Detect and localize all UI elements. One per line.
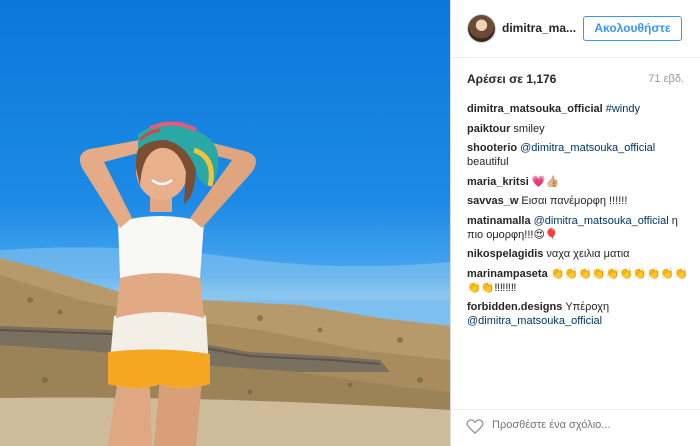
comment-username[interactable]: maria_kritsi: [467, 176, 529, 188]
comment-item: nikospelagidis ναχα χειλια ματια: [467, 247, 692, 261]
comment-username[interactable]: dimitra_matsouka_official: [467, 103, 603, 115]
comment-item: matinamalla @dimitra_matsouka_official η …: [467, 214, 692, 242]
comment-username[interactable]: shooterio: [467, 142, 517, 154]
comment-username[interactable]: forbidden.designs: [467, 301, 562, 313]
add-comment-input[interactable]: [492, 419, 682, 431]
post-age[interactable]: 71 εβδ.: [648, 73, 684, 85]
comment-username[interactable]: nikospelagidis: [467, 248, 543, 260]
comment-text: ναχα χειλια ματια: [546, 248, 630, 260]
photo-scene: [0, 121, 450, 446]
likes-row: Αρέσει σε 1,176 71 εβδ.: [467, 72, 684, 88]
post-author-username[interactable]: dimitra_ma...: [502, 21, 576, 35]
comment-footer: [451, 409, 700, 446]
comment-text: 💗👍🏼: [531, 175, 560, 188]
likes-count[interactable]: Αρέσει σε 1,176: [467, 72, 556, 86]
comment-item: savvas_w Εισαι πανέμορφη !!!!!!: [467, 194, 692, 208]
comment-item: maria_kritsi 💗👍🏼: [467, 175, 692, 189]
comment-username[interactable]: matinamalla: [467, 215, 531, 227]
heart-outline-icon[interactable]: [466, 418, 484, 435]
comment-username[interactable]: savvas_w: [467, 195, 518, 207]
comment-item: forbidden.designs Υπέροχη @dimitra_matsou…: [467, 300, 692, 328]
comment-text: beautiful: [467, 156, 509, 168]
post-photo[interactable]: [0, 0, 450, 446]
comment-hashtag[interactable]: #windy: [606, 103, 640, 115]
comment-username[interactable]: paiktour: [467, 123, 510, 135]
comment-mention[interactable]: @dimitra_matsouka_official: [467, 315, 602, 327]
follow-button[interactable]: Ακολουθήστε: [583, 16, 682, 41]
comment-item: paiktour smiley: [467, 122, 692, 136]
comment-mention[interactable]: @dimitra_matsouka_official: [520, 142, 655, 154]
comment-text: Εισαι πανέμορφη !!!!!!: [521, 195, 628, 207]
post-header: dimitra_ma... Ακολουθήστε: [451, 0, 700, 58]
comments-list: dimitra_matsouka_official #windy paiktour…: [467, 102, 692, 334]
post-details-panel: dimitra_ma... Ακολουθήστε Αρέσει σε 1,17…: [451, 0, 700, 446]
comment-text: Υπέροχη: [565, 301, 610, 313]
comment-item: dimitra_matsouka_official #windy: [467, 102, 692, 116]
comment-mention[interactable]: @dimitra_matsouka_official: [534, 215, 669, 227]
comment-item: shooterio @dimitra_matsouka_official beau…: [467, 141, 692, 169]
profile-avatar[interactable]: [467, 14, 496, 43]
comment-username[interactable]: marinampaseta: [467, 268, 548, 280]
comment-text: smiley: [513, 122, 545, 135]
comment-item: marinampaseta 👏👏👏👏👏👏👏👏👏👏👏👏‼‼‼‼: [467, 267, 692, 295]
